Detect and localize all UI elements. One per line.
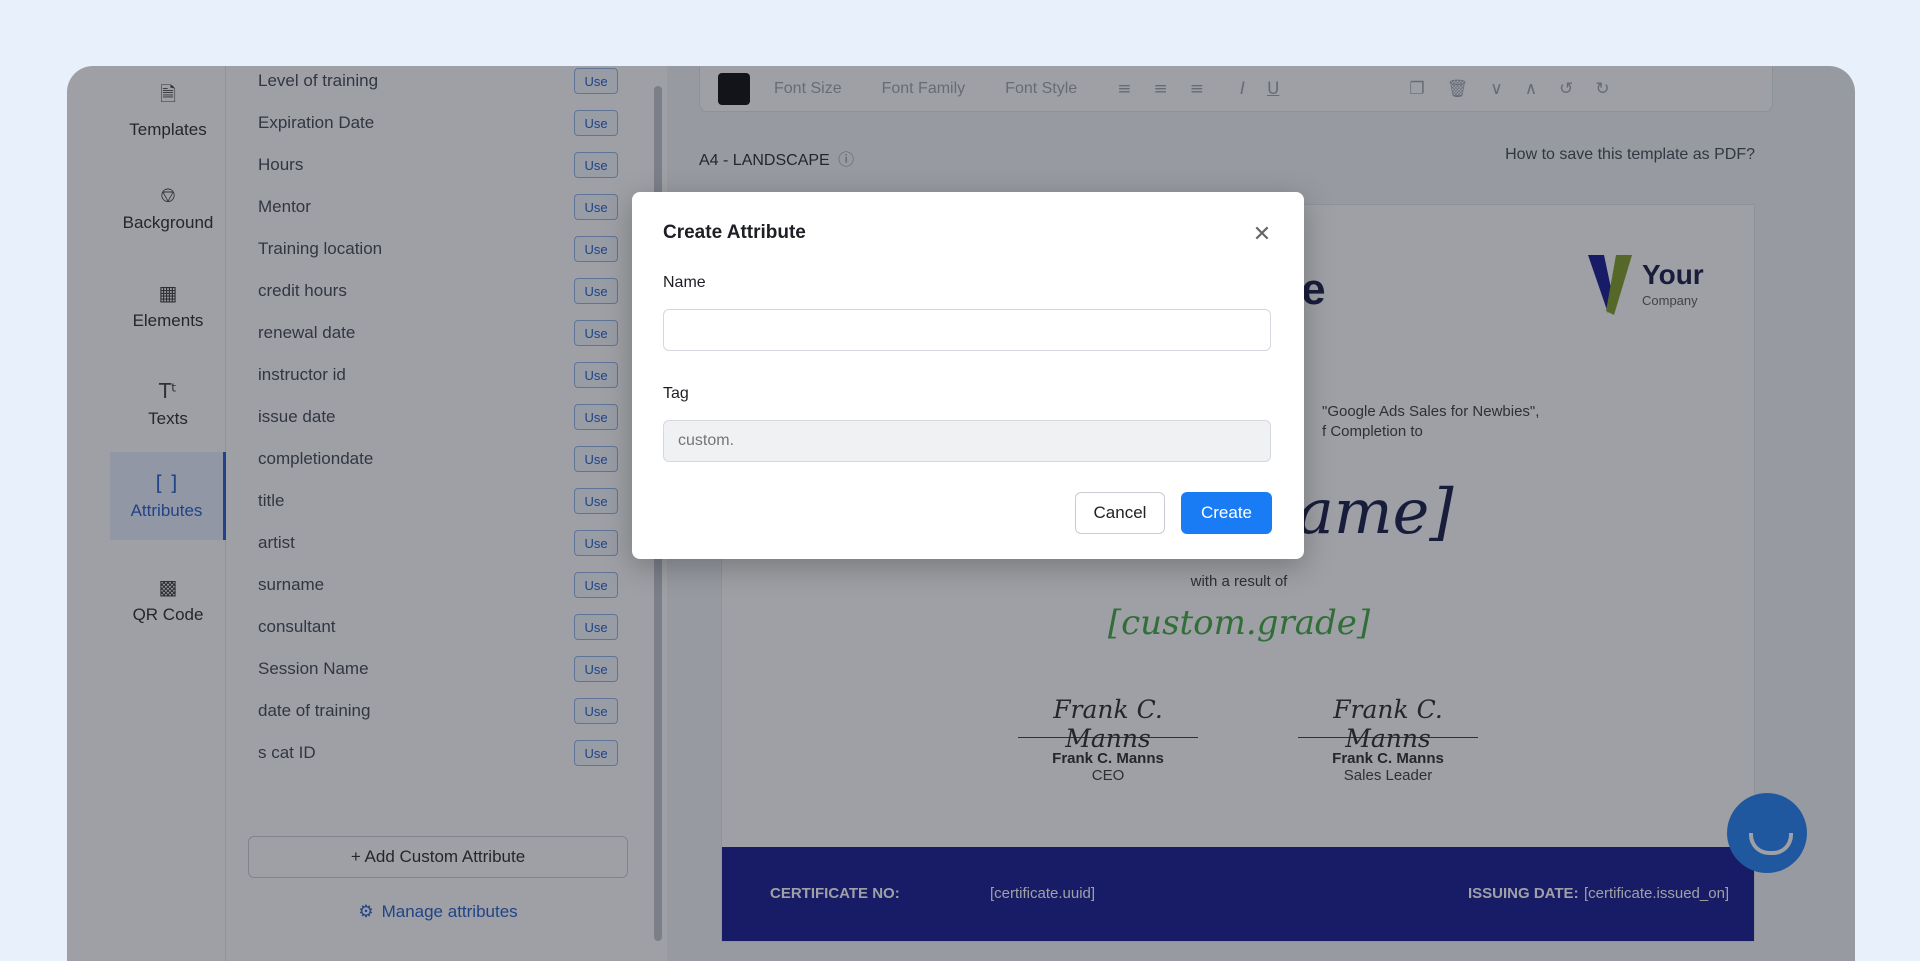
tag-input[interactable] [663,420,1271,462]
close-icon[interactable]: ✕ [1250,222,1274,247]
tag-label: Tag [663,385,689,402]
name-input[interactable] [663,309,1271,351]
create-button[interactable]: Create [1181,492,1272,534]
dialog-title: Create Attribute [663,222,806,243]
name-label: Name [663,274,706,291]
create-attribute-dialog: Create Attribute ✕ Name Tag Cancel Creat… [632,192,1304,559]
cancel-button[interactable]: Cancel [1075,492,1165,534]
